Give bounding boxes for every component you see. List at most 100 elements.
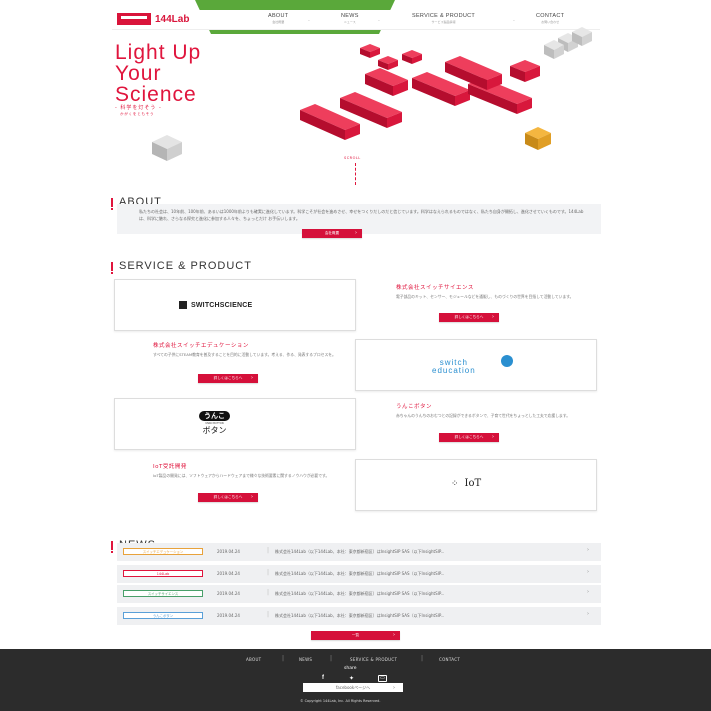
copyright: © Copyright 144Lab, Inc. All Rights Rese…	[300, 699, 381, 703]
arrow-right-icon: ›	[393, 632, 395, 638]
chevron-right-icon: ›	[587, 569, 589, 575]
service-title-unkobutton: うんこボタン	[396, 404, 433, 410]
news-date: 2019.04.24	[217, 571, 240, 576]
facebook-icon[interactable]: f	[322, 675, 324, 681]
nav-about-label: ABOUT	[268, 13, 289, 19]
arrow-right-icon: ›	[251, 494, 253, 500]
news-list-button[interactable]: 一覧 ›	[311, 631, 400, 640]
iot-logo-text: IoT	[464, 478, 482, 489]
news-tag: 144Lab	[123, 570, 203, 577]
unkobutton-logo: うんこ UNKO BUTTON ボタン	[199, 411, 230, 436]
switcheducation-logo: switch education	[432, 359, 476, 375]
news-item[interactable]: スイッチサイエンス 2019.04.24 | 株式会社144Lab（以下144L…	[117, 585, 601, 603]
news-tag: スイッチエデュケーション	[123, 548, 203, 555]
switchscience-logo-text: SWITCHSCIENCE	[191, 301, 253, 309]
chevron-right-icon: ›	[587, 611, 589, 617]
news-text: 株式会社144Lab（以下144Lab、本社：東京都新宿区）はInsightSI…	[275, 571, 445, 576]
unkobutton-logo-bottom: ボタン	[202, 426, 227, 435]
arrow-right-icon: ›	[251, 375, 253, 381]
nav-contact-label: CONTACT	[536, 13, 565, 19]
news-separator: |	[267, 547, 270, 554]
service-title-switcheducation: 株式会社スイッチエデュケーション	[153, 343, 249, 349]
switcheducation-more-button[interactable]: 詳しくはこちらへ ›	[198, 374, 258, 383]
nav-news-label: NEWS	[341, 13, 359, 19]
news-text: 株式会社144Lab（以下144Lab、本社：東京都新宿区）はInsightSI…	[275, 591, 445, 596]
news-date: 2019.04.24	[217, 549, 240, 554]
news-date: 2019.04.24	[217, 591, 240, 596]
button-label: 詳しくはこちらへ	[454, 315, 484, 319]
facebook-page-label: facebookページへ	[335, 684, 371, 690]
section-mark-icon	[111, 261, 113, 274]
chevron-right-icon: ›	[587, 589, 589, 595]
scroll-indicator[interactable]: SCROLL	[344, 156, 361, 160]
news-text: 株式会社144Lab（以下144Lab、本社：東京都新宿区）はInsightSI…	[275, 613, 445, 618]
button-label: 詳しくはこちらへ	[213, 376, 243, 380]
switcheducation-badge-icon	[501, 355, 513, 367]
footer-nav-news[interactable]: NEWS	[299, 657, 312, 662]
footer-separator: |	[282, 655, 285, 662]
iot-more-button[interactable]: 詳しくはこちらへ ›	[198, 493, 258, 502]
switcheducation-logo-bottom: education	[432, 366, 476, 375]
red-bar-block	[510, 60, 540, 82]
news-separator: |	[267, 589, 270, 596]
arrow-right-icon: ›	[492, 434, 494, 440]
footer-nav-contact[interactable]: CONTACT	[439, 657, 460, 662]
iot-logo: ⁘ IoT	[451, 478, 481, 489]
button-label: 詳しくはこちらへ	[213, 495, 243, 499]
service-title-iot: IoT受託開発	[153, 464, 187, 470]
footer-nav-about[interactable]: ABOUT	[246, 657, 261, 662]
service-title-switchscience: 株式会社スイッチサイエンス	[396, 285, 474, 291]
service-text-switcheducation: すべての子供にSTEAM教育を普及することを目的に活動しています。考える、作る、…	[153, 352, 336, 357]
iot-nodes-icon: ⁘	[451, 478, 459, 489]
hero-isometric-blocks	[152, 27, 592, 161]
about-button-label: 会社概要	[324, 231, 340, 235]
news-item[interactable]: うんこボタン 2019.04.24 | 株式会社144Lab（以下144Lab、…	[117, 607, 601, 625]
service-heading: SERVICE & PRODUCT	[111, 260, 252, 274]
arrow-right-icon: ›	[355, 230, 357, 236]
news-tag: スイッチサイエンス	[123, 590, 203, 597]
about-text: 私たちの社会は、10年前、100年前、あるいは1000年前よりも確実に進化してい…	[139, 209, 584, 221]
iot-logo-card[interactable]: ⁘ IoT	[355, 459, 597, 511]
section-mark-icon	[111, 197, 113, 210]
news-list-label: 一覧	[351, 633, 360, 637]
news-tag: うんこボタン	[123, 612, 203, 619]
unkobutton-more-button[interactable]: 詳しくはこちらへ ›	[439, 433, 499, 442]
red-small-block	[402, 50, 422, 64]
site-footer: ABOUT | NEWS | SERVICE & PRODUCT | CONTA…	[0, 649, 711, 711]
switchscience-more-button[interactable]: 詳しくはこちらへ ›	[439, 313, 499, 322]
news-item[interactable]: スイッチエデュケーション 2019.04.24 | 株式会社144Lab（以下1…	[117, 543, 601, 561]
footer-nav-service[interactable]: SERVICE & PRODUCT	[350, 657, 397, 662]
switchscience-mark-icon	[179, 301, 187, 309]
nav-service-label: SERVICE & PRODUCT	[412, 13, 476, 19]
unkobutton-logo-top: うんこ	[199, 411, 230, 421]
news-separator: |	[267, 611, 270, 618]
service-title: SERVICE & PRODUCT	[119, 260, 252, 272]
about-more-button[interactable]: 会社概要 ›	[302, 229, 362, 238]
scroll-line	[355, 163, 356, 185]
chevron-right-icon: ›	[587, 547, 589, 553]
section-mark-icon	[111, 540, 113, 553]
button-label: 詳しくはこちらへ	[454, 435, 484, 439]
news-date: 2019.04.24	[217, 613, 240, 618]
twitter-icon[interactable]: ✦	[349, 675, 354, 682]
red-small-block	[378, 56, 398, 70]
arrow-right-icon: ›	[492, 314, 494, 320]
switchscience-logo-card[interactable]: SWITCHSCIENCE	[114, 279, 356, 331]
footer-separator: |	[330, 655, 333, 662]
news-item[interactable]: 144Lab 2019.04.24 | 株式会社144Lab（以下144Lab、…	[117, 565, 601, 583]
service-text-switchscience: 電子部品のキット、センサー、モジュールなどを通販し、ものづくりの世界を目指して活…	[396, 294, 574, 299]
gray-cube	[152, 135, 182, 161]
service-text-unkobutton: 赤ちゃんのうんちのおむつとの記録ができるボタンで、子育て世代をちょっとした工夫で…	[396, 413, 571, 418]
news-text: 株式会社144Lab（以下144Lab、本社：東京都新宿区）はInsightSI…	[275, 549, 445, 554]
switchscience-logo: SWITCHSCIENCE	[179, 301, 252, 309]
orange-cube	[525, 127, 551, 150]
unkobutton-logo-card[interactable]: うんこ UNKO BUTTON ボタン	[114, 398, 356, 450]
facebook-page-button[interactable]: facebookページへ ›	[303, 683, 403, 692]
share-label: share	[344, 666, 357, 671]
switcheducation-logo-card[interactable]: switch education	[355, 339, 597, 391]
line-icon[interactable]: ▭	[378, 675, 387, 682]
footer-separator: |	[421, 655, 424, 662]
news-separator: |	[267, 569, 270, 576]
red-small-block	[360, 44, 380, 58]
arrow-right-icon: ›	[393, 684, 395, 691]
